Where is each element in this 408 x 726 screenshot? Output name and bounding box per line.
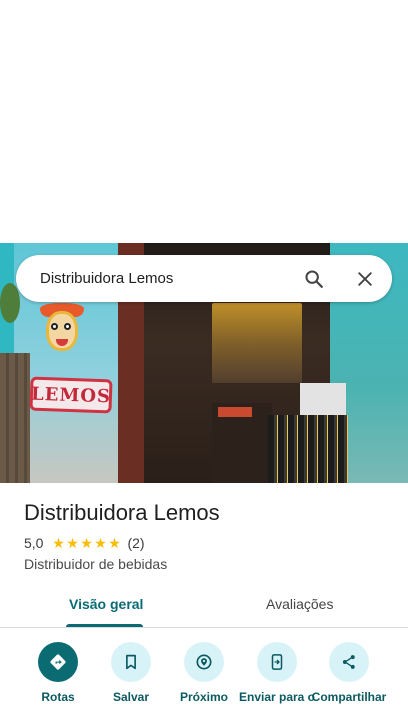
close-button[interactable] (349, 263, 381, 295)
search-icon (305, 270, 323, 288)
star-icon: ★ (80, 535, 93, 551)
search-bar[interactable]: Distribuidora Lemos (16, 255, 392, 302)
rating-value: 5,0 (24, 535, 44, 551)
star-icon: ★ (108, 535, 121, 551)
place-details-screen: LEMOS Distribuidora Lemos Distribuidora … (0, 0, 408, 726)
tab-overview[interactable]: Visão geral (69, 596, 143, 612)
star-icon: ★ (94, 535, 107, 551)
place-title: Distribuidora Lemos (24, 500, 220, 525)
bookmark-icon (126, 654, 136, 670)
nearby-icon (196, 654, 212, 670)
storefront-sign: LEMOS (29, 376, 113, 414)
place-category: Distribuidor de bebidas (24, 556, 168, 572)
review-count[interactable]: (2) (127, 535, 144, 551)
storefront-sign-text: LEMOS (30, 383, 112, 407)
active-tab-indicator (66, 624, 143, 627)
directions-icon (50, 654, 66, 670)
action-bar: Rotas Salvar Próximo Enviar para o Compa… (0, 642, 408, 726)
tab-reviews[interactable]: Avaliações (266, 596, 333, 612)
search-button[interactable] (298, 263, 330, 295)
star-icon: ★ (66, 535, 79, 551)
share-icon (342, 655, 355, 669)
star-icon: ★ (52, 535, 65, 551)
share-label: Compartilhar (311, 690, 387, 704)
search-query[interactable]: Distribuidora Lemos (40, 270, 173, 287)
tab-bar: Visão geral Avaliações (0, 584, 408, 628)
rating-row[interactable]: 5,0 ★ ★ ★ ★ ★ (2) (24, 535, 145, 551)
close-icon (358, 272, 372, 286)
share-button[interactable]: Compartilhar (304, 642, 394, 704)
send-to-phone-icon (271, 654, 283, 670)
map-area-blank[interactable] (0, 0, 408, 243)
rating-stars: ★ ★ ★ ★ ★ (51, 535, 121, 551)
